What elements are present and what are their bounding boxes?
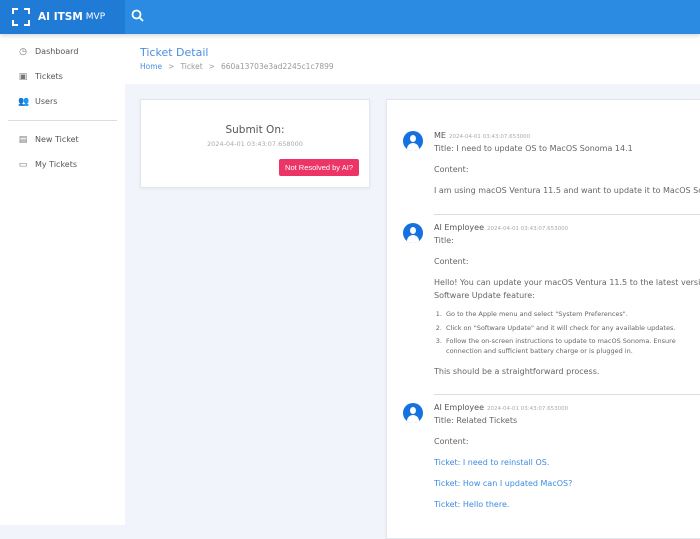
related-ticket-link[interactable]: Ticket: Hello there. — [434, 500, 700, 510]
message-author: ME — [434, 131, 446, 140]
step-continued: connection and sufficient battery charge… — [446, 346, 633, 355]
message-title: Title: Related Tickets — [434, 416, 518, 425]
message-content-label: Content: — [434, 257, 469, 266]
message-title: Title: — [434, 236, 454, 245]
conversation-card: ME 2024-04-01 03:43:07.653000 Title: I ne… — [386, 99, 700, 539]
page-header: Ticket Detail Home > Ticket >660a13703e3ad2… — [125, 34, 700, 84]
sidebar-item-new-ticket[interactable]: ▤ New Ticket — [0, 127, 125, 152]
breadcrumb-ticket[interactable]: Ticket — [180, 62, 202, 71]
message-content-label: Content: — [434, 437, 469, 446]
users-icon: 👥 — [18, 96, 30, 107]
message-content: Software Update feature: — [434, 291, 535, 300]
sidebar-divider — [8, 120, 117, 121]
sidebar-item-dashboard[interactable]: ◷ Dashboard — [0, 39, 125, 64]
breadcrumb-ticket-id: 660a13703e3ad2245c1c7899 — [220, 62, 334, 71]
divider — [434, 214, 700, 215]
my-tickets-icon: ▭ — [18, 159, 28, 170]
message-time: 2024-04-01 03:43:07.653000 — [487, 406, 569, 412]
message-content: I am using macOS Ventura 11.5 and want t… — [434, 186, 700, 195]
message-title: Title: I need to update OS to MacOS Sono… — [434, 144, 633, 153]
message-content: Hello! You can update your macOS Ventura… — [434, 278, 700, 287]
sidebar-item-label: Users — [35, 97, 58, 106]
sidebar-item-label: My Tickets — [35, 160, 78, 169]
step: Click on "Software Update" and it will c… — [444, 324, 700, 334]
chevron-right-icon: > — [208, 62, 215, 71]
app-logo[interactable]: AI ITSM MVP — [0, 0, 125, 34]
sidebar-item-users[interactable]: 👥 Users — [0, 89, 125, 114]
avatar-icon — [403, 403, 423, 423]
submit-card: Submit On: 2024-04-01 03:43:07.658000 No… — [140, 99, 370, 188]
step: Go to the Apple menu and select "System … — [444, 310, 700, 320]
breadcrumb-home[interactable]: Home — [140, 62, 162, 71]
breadcrumb: Home > Ticket >660a13703e3ad2245c1c7899 — [140, 62, 334, 71]
sidebar-item-label: New Ticket — [35, 135, 79, 144]
related-ticket-link[interactable]: Ticket: I need to reinstall OS. — [434, 458, 700, 468]
sidebar-item-label: Dashboard — [35, 47, 79, 56]
avatar-icon — [403, 131, 423, 151]
divider — [434, 394, 700, 395]
sidebar-item-label: Tickets — [35, 72, 63, 81]
sidebar-item-my-tickets[interactable]: ▭ My Tickets — [0, 152, 125, 177]
dashboard-icon: ◷ — [19, 46, 27, 57]
sidebar-item-tickets[interactable]: ▣ Tickets — [0, 64, 125, 89]
search-icon[interactable] — [131, 9, 145, 23]
ticket-icon: ▣ — [18, 71, 28, 82]
message-time: 2024-04-01 03:43:07.653000 — [487, 226, 569, 232]
page-title: Ticket Detail — [140, 46, 209, 59]
steps-list: Go to the Apple menu and select "System … — [444, 310, 700, 356]
app-name: AI ITSM — [38, 11, 83, 23]
message-content-label: Content: — [434, 165, 469, 174]
step: Follow the on-screen instructions to upd… — [444, 337, 700, 347]
sidebar: ◷ Dashboard ▣ Tickets 👥 Users ▤ New Ticket ▭… — [0, 34, 125, 525]
submit-label: Submit On: — [225, 124, 285, 136]
app-suffix: MVP — [85, 12, 106, 22]
avatar-icon — [403, 223, 423, 243]
top-header: AI ITSM MVP — [0, 0, 700, 34]
message-closing: This should be a straightforward process… — [434, 367, 600, 376]
message-time: 2024-04-01 03:43:07.653000 — [448, 134, 531, 140]
new-ticket-icon: ▤ — [18, 134, 28, 145]
message-author: AI Employee — [434, 223, 484, 232]
message-author: AI Employee — [434, 403, 484, 412]
submit-date: 2024-04-01 03:43:07.658000 — [207, 140, 303, 148]
logo-icon — [12, 8, 30, 26]
not-resolved-button[interactable]: Not Resolved by AI? — [279, 159, 359, 176]
related-ticket-link[interactable]: Ticket: How can I updated MacOS? — [434, 479, 700, 489]
chevron-right-icon: > — [168, 62, 175, 71]
